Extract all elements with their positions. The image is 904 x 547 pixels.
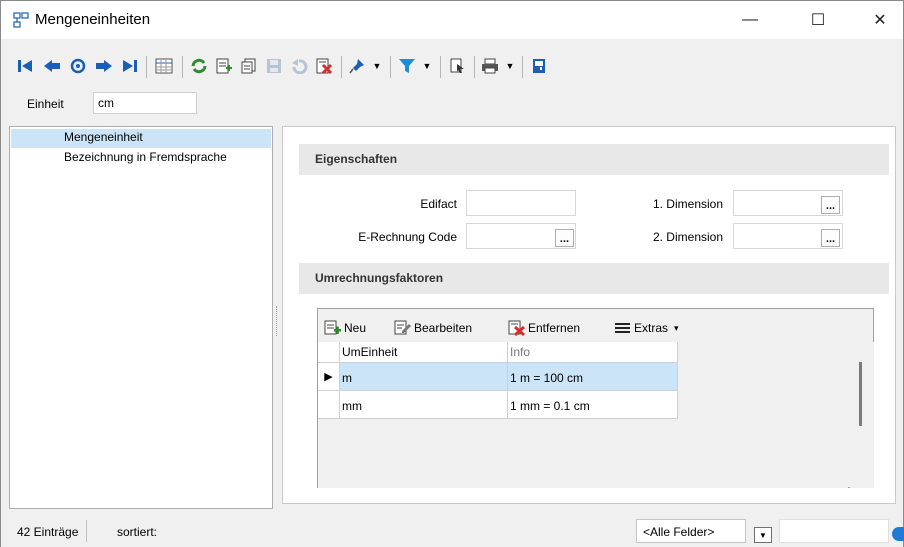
- grid-delete-button[interactable]: Entfernen: [508, 319, 580, 337]
- edifact-input[interactable]: [466, 190, 576, 216]
- erechnung-code-lookup-button[interactable]: ...: [555, 229, 574, 247]
- go-to-record-icon[interactable]: [67, 54, 89, 78]
- dimension2-label: 2. Dimension: [652, 230, 723, 244]
- grid-extras-menu[interactable]: Extras ▾: [614, 319, 679, 337]
- exit-icon[interactable]: [528, 54, 550, 78]
- title-bar: Mengeneinheiten — ☐ ✕: [1, 1, 903, 39]
- close-button[interactable]: ✕: [857, 1, 903, 39]
- column-header-umeinheit[interactable]: UmEinheit: [340, 342, 508, 363]
- row-indicator-header: [318, 342, 340, 363]
- dimension1-label: 1. Dimension: [652, 197, 723, 211]
- unit-label: Einheit: [27, 97, 64, 111]
- window: Mengeneinheiten — ☐ ✕ ▼ ▼ ▼ Einheit cm M…: [0, 0, 904, 547]
- print-dropdown-icon[interactable]: ▼: [503, 54, 517, 78]
- window-title: Mengeneinheiten: [35, 11, 151, 28]
- row-indicator: [318, 391, 340, 419]
- grid-vertical-scrollbar[interactable]: [850, 342, 874, 488]
- grid-new-button[interactable]: Neu: [324, 319, 366, 337]
- record-count: 42 Einträge: [9, 520, 88, 542]
- panel-splitter[interactable]: [276, 306, 278, 336]
- next-record-icon[interactable]: [93, 54, 115, 78]
- scrollbar-thumb[interactable]: [859, 362, 862, 426]
- section-eigenschaften: Eigenschaften: [299, 144, 889, 175]
- erechnung-code-label: E-Rechnung Code: [358, 230, 457, 244]
- column-header-info[interactable]: Info: [508, 342, 678, 363]
- conversion-grid-panel: Neu Bearbeiten Entfernen Extras ▾ UmEinh…: [317, 308, 874, 488]
- main-toolbar: ▼ ▼ ▼: [1, 54, 903, 84]
- copy-record-icon[interactable]: [238, 54, 260, 78]
- table-cell-info[interactable]: 1 mm = 0.1 cm: [508, 391, 678, 419]
- row-indicator-icon: ▶: [318, 363, 340, 391]
- save-icon[interactable]: [263, 54, 285, 78]
- select-icon[interactable]: [446, 54, 468, 78]
- first-record-icon[interactable]: [15, 54, 37, 78]
- pin-dropdown-icon[interactable]: ▼: [370, 54, 384, 78]
- menu-icon: [615, 323, 630, 333]
- app-icon: [13, 12, 29, 28]
- table-cell-umeinheit[interactable]: mm: [340, 391, 508, 419]
- minimize-button[interactable]: —: [727, 1, 773, 39]
- new-icon: [324, 320, 341, 335]
- nav-item-fremdsprache[interactable]: Bezeichnung in Fremdsprache: [11, 149, 271, 168]
- edit-icon: [394, 320, 411, 335]
- previous-record-icon[interactable]: [41, 54, 63, 78]
- dimension2-lookup-button[interactable]: ...: [821, 229, 840, 247]
- delete-icon: [508, 320, 525, 336]
- edifact-label: Edifact: [420, 197, 457, 211]
- table-view-icon[interactable]: [152, 54, 176, 78]
- filter-icon[interactable]: [396, 54, 418, 78]
- table-cell-info[interactable]: 1 m = 100 cm: [508, 363, 678, 391]
- delete-icon[interactable]: [313, 54, 335, 78]
- sort-status: sortiert:: [117, 525, 158, 539]
- filter-dropdown-icon[interactable]: ▼: [420, 54, 434, 78]
- search-go-icon[interactable]: [892, 527, 904, 541]
- section-umrechnungsfaktoren: Umrechnungsfaktoren: [299, 263, 889, 294]
- grid-new-label: Neu: [344, 321, 367, 335]
- field-select[interactable]: <Alle Felder>: [636, 519, 746, 543]
- nav-item-mengeneinheit[interactable]: Mengeneinheit: [11, 129, 271, 148]
- last-record-icon[interactable]: [118, 54, 140, 78]
- undo-icon[interactable]: [288, 54, 310, 78]
- grid-edit-button[interactable]: Bearbeiten: [394, 319, 472, 337]
- table-cell-umeinheit[interactable]: m: [340, 363, 508, 391]
- chevron-down-icon: ▾: [674, 322, 679, 333]
- print-icon[interactable]: [479, 54, 501, 78]
- conversion-grid: UmEinheit Info ▶ m 1 m = 100 cm mm 1 mm …: [318, 342, 848, 488]
- new-record-icon[interactable]: [213, 54, 235, 78]
- search-input[interactable]: [779, 519, 889, 543]
- pin-icon[interactable]: [346, 54, 368, 78]
- unit-input[interactable]: cm: [93, 92, 197, 114]
- dimension1-lookup-button[interactable]: ...: [821, 196, 840, 214]
- refresh-icon[interactable]: [188, 54, 210, 78]
- grid-delete-label: Entfernen: [528, 321, 581, 335]
- navigation-panel: Mengeneinheit Bezeichnung in Fremdsprach…: [9, 126, 273, 509]
- grid-edit-label: Bearbeiten: [414, 321, 473, 335]
- field-select-dropdown-button[interactable]: ▼: [754, 527, 772, 543]
- grid-extras-label: Extras: [634, 321, 669, 335]
- maximize-button[interactable]: ☐: [795, 1, 841, 39]
